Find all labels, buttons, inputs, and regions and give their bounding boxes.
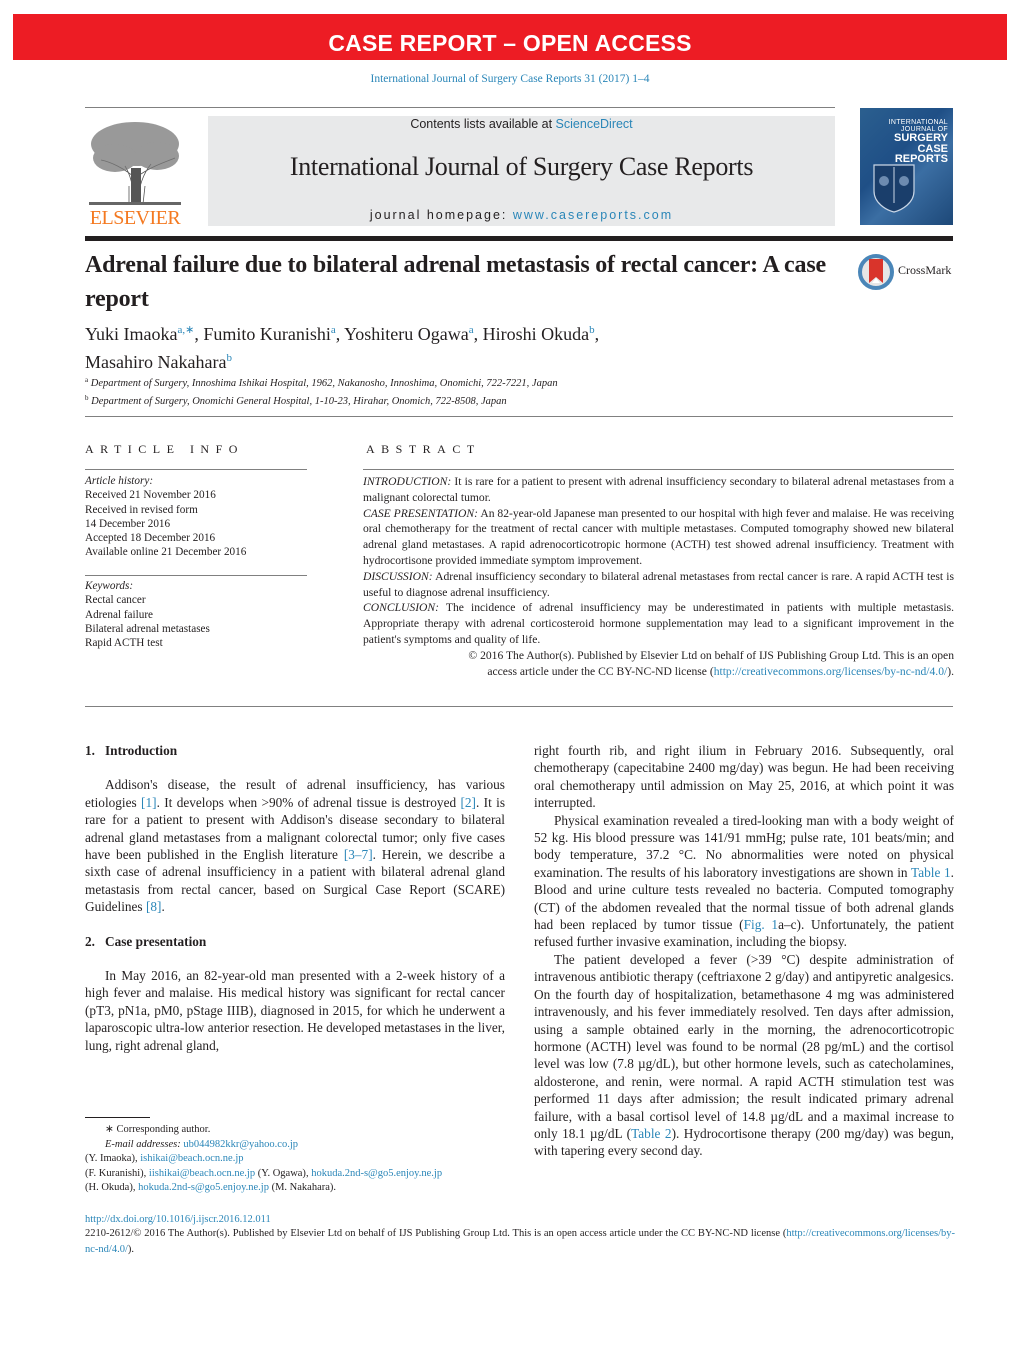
cover-title: INTERNATIONAL JOURNAL OF SURGERY CASE RE… (888, 119, 948, 166)
masthead-thick-divider (85, 236, 953, 241)
doi[interactable]: http://dx.doi.org/10.1016/j.ijscr.2016.1… (85, 1212, 271, 1227)
history-item: 14 December 2016 (85, 517, 171, 530)
license-link[interactable]: http://creativecommons.org/licenses/by-n… (714, 665, 948, 678)
keyword: Rectal cancer (85, 594, 146, 607)
abstract-section: CASE PRESENTATION: An 82-year-old Japane… (363, 506, 955, 567)
case-paragraph: The patient developed a fever (>39 °C) d… (534, 951, 954, 1159)
divider (85, 107, 835, 108)
abstract-section: INTRODUCTION: It is rare for a patient t… (363, 475, 954, 504)
keywords-label: Keywords: (85, 580, 134, 592)
crossmark-label: CrossMark (898, 263, 952, 277)
divider (85, 416, 953, 417)
reference-link[interactable]: [3–7] (344, 847, 373, 862)
divider (85, 575, 307, 576)
journal-masthead: Contents lists available at ScienceDirec… (208, 116, 835, 226)
divider (85, 706, 953, 707)
author-list: Yuki Imaokaa,∗, Fumito Kuranishia, Yoshi… (85, 318, 845, 374)
email-link[interactable]: hokuda.2nd-s@go5.enjoy.ne.jp (138, 1182, 269, 1193)
abstract-copyright: © 2016 The Author(s). Published by Elsev… (468, 648, 954, 678)
abstract-heading: ABSTRACT (366, 442, 481, 456)
journal-homepage: journal homepage: www.casereports.com (369, 208, 674, 222)
footnote-divider (85, 1117, 150, 1118)
email-link[interactable]: hokuda.2nd-s@go5.enjoy.ne.jp (311, 1168, 442, 1179)
author: Hiroshi Okudab, (482, 324, 600, 344)
affiliations: a Department of Surgery, Innoshima Ishik… (85, 373, 945, 409)
homepage-link[interactable]: www.casereports.com (513, 208, 673, 222)
author: Yoshiteru Ogawaa, (344, 324, 483, 344)
case-paragraph-continued: right fourth rib, and right ilium in Feb… (534, 743, 954, 811)
author: Masahiro Nakaharab (85, 352, 232, 372)
reference-link[interactable]: [8] (146, 899, 162, 914)
section-heading-case-presentation: 2. Case presentation (85, 933, 207, 949)
author-affiliation-link[interactable]: a,∗ (177, 324, 194, 336)
article-title: Adrenal failure due to bilateral adrenal… (85, 252, 826, 312)
bottom-license: 2210-2612/© 2016 The Author(s). Publishe… (85, 1228, 955, 1255)
article-info-heading: ARTICLE INFO (85, 442, 244, 456)
history-item: Received in revised form (85, 503, 198, 516)
table-link[interactable]: Table 2 (631, 1126, 671, 1141)
cover-shield-icon (873, 164, 915, 213)
case-paragraph: In May 2016, an 82-year-old man presente… (85, 968, 505, 1053)
keyword: Rapid ACTH test (85, 637, 163, 650)
author: Fumito Kuranishia, (203, 324, 345, 344)
figure-link[interactable]: Fig. 1 (744, 917, 778, 932)
section-heading-introduction: 1. Introduction (85, 743, 178, 758)
keywords: Keywords: Rectal cancer Adrenal failure … (85, 579, 307, 650)
journal-title: International Journal of Surgery Case Re… (289, 152, 754, 181)
keyword: Bilateral adrenal metastases (85, 622, 210, 635)
divider (85, 469, 307, 470)
history-item: Available online 21 December 2016 (85, 546, 247, 559)
case-paragraph: Physical examination revealed a tired-lo… (534, 812, 955, 950)
article-history: Article history: Received 21 November 20… (85, 474, 307, 560)
history-label: Article history: (85, 475, 154, 487)
intro-paragraph: Addison's disease, the result of adrenal… (85, 777, 506, 915)
journal-citation[interactable]: International Journal of Surgery Case Re… (0, 73, 1020, 85)
journal-cover-thumbnail[interactable]: INTERNATIONAL JOURNAL OF SURGERY CASE RE… (860, 108, 953, 225)
abstract-section: CONCLUSION: The incidence of adrenal ins… (363, 601, 954, 646)
footnotes: ∗ Corresponding author. E-mail addresses… (85, 1123, 510, 1196)
reference-link[interactable]: [2] (460, 795, 476, 810)
keyword: Adrenal failure (85, 608, 154, 621)
crossmark-icon (858, 254, 894, 290)
elsevier-wordmark: ELSEVIER (89, 207, 181, 229)
reference-link[interactable]: [1] (141, 795, 157, 810)
doi-link[interactable]: http://dx.doi.org/10.1016/j.ijscr.2016.1… (85, 1214, 271, 1225)
table-link[interactable]: Table 1 (911, 865, 951, 880)
email-link[interactable]: iishikai@beach.ocn.ne.jp (149, 1168, 255, 1179)
divider (363, 469, 954, 470)
abstract-section: DISCUSSION: Adrenal insufficiency second… (363, 569, 954, 599)
email-link[interactable]: ishikai@beach.ocn.ne.jp (140, 1153, 243, 1164)
email-link[interactable]: ub044982kkr@yahoo.co.jp (183, 1139, 298, 1150)
history-item: Received 21 November 2016 (85, 489, 216, 502)
history-item: Accepted 18 December 2016 (85, 532, 216, 545)
abstract-body: INTRODUCTION: It is rare for a patient t… (363, 474, 954, 679)
citation-link[interactable]: International Journal of Surgery Case Re… (371, 73, 650, 85)
affiliation: a Department of Surgery, Innoshima Ishik… (85, 376, 558, 389)
affiliation: b Department of Surgery, Onomichi Genera… (85, 394, 507, 407)
body-column-left: 1. Introduction Addison's disease, the re… (85, 742, 505, 1054)
body-column-right: right fourth rib, and right ilium in Feb… (534, 742, 954, 1160)
author-affiliation-link[interactable]: b (226, 352, 232, 364)
author: Yuki Imaokaa,∗, (85, 324, 204, 344)
corresponding-author-note: ∗ Corresponding author. (105, 1124, 211, 1135)
open-access-banner: CASE REPORT – OPEN ACCESS (13, 14, 1007, 60)
contents-line: Contents lists available at ScienceDirec… (410, 117, 633, 131)
crossmark-button[interactable]: CrossMark (858, 253, 958, 291)
sciencedirect-link[interactable]: ScienceDirect (556, 117, 633, 131)
